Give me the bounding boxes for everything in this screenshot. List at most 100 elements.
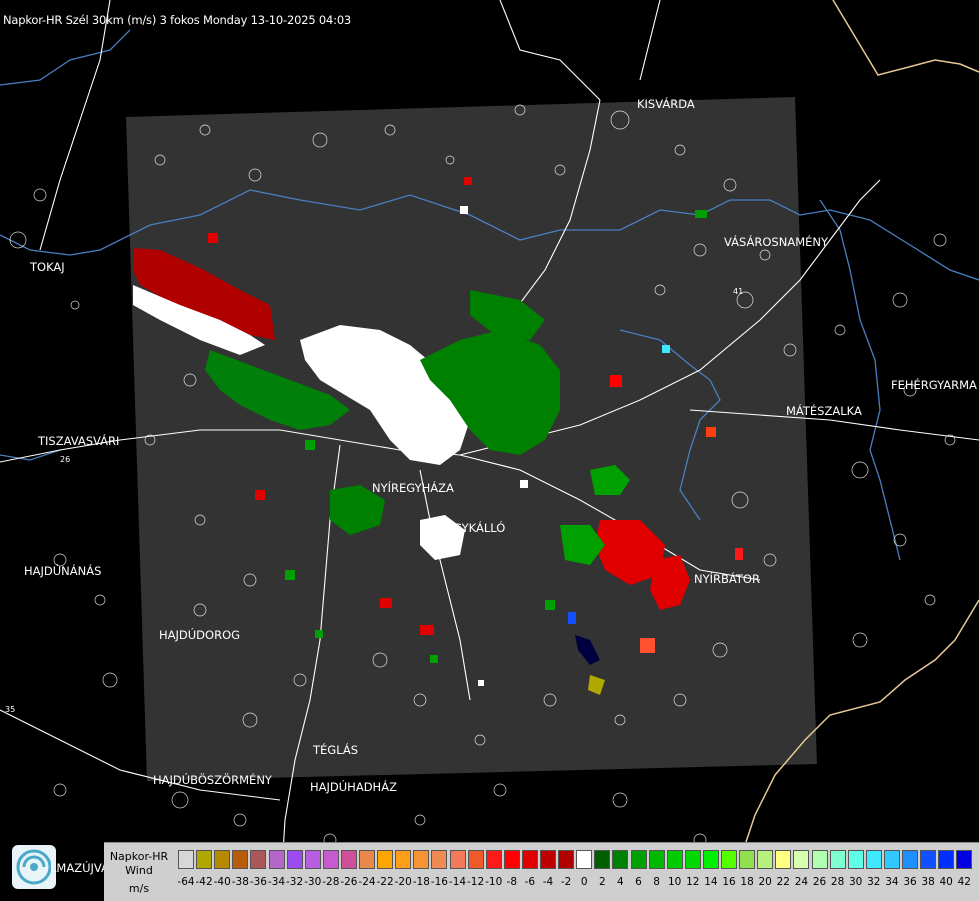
legend-tick-label: 20	[758, 876, 772, 888]
legend-swatch	[395, 850, 412, 869]
legend-swatch	[811, 850, 828, 869]
legend-tick-label: -10	[485, 876, 503, 888]
legend-tick-label: 32	[867, 876, 881, 888]
legend-tick-label: 2	[598, 876, 606, 888]
legend-tick-label: 34	[885, 876, 899, 888]
legend-tick-label: 12	[686, 876, 700, 888]
legend-tick-label: 10	[668, 876, 682, 888]
town-label-hajduhadhaz: HAJDÚHADHÁZ	[310, 780, 397, 794]
town-label-vasarosnameny: VÁSÁROSNAMÉNY	[724, 235, 829, 249]
legend-swatch	[594, 850, 611, 869]
town-label-hajduboszormeny: HAJDÚBÖSZÖRMÉNY	[153, 773, 272, 787]
legend-tick-label: 36	[903, 876, 917, 888]
legend-swatch	[503, 850, 520, 869]
legend-tick-label: -22	[376, 876, 394, 888]
legend-swatch	[521, 850, 538, 869]
town-label-nagykallo: NAGYKÁLLÓ	[437, 521, 506, 535]
town-label-nyiregyhaza: NYÍREGYHÁZA	[372, 481, 454, 495]
legend-line2: Wind	[125, 864, 153, 877]
legend-tick-label: 30	[849, 876, 863, 888]
legend-line1: Napkor-HR	[109, 850, 169, 863]
legend-tick-label: 14	[704, 876, 718, 888]
legend-tick-label: 38	[921, 876, 935, 888]
legend-swatch	[630, 850, 647, 869]
legend-swatch	[359, 850, 375, 869]
legend-tick-label: 28	[830, 876, 845, 888]
legend-swatch	[829, 850, 846, 869]
town-label-nyirbator: NYÍRBÁTOR	[694, 572, 760, 586]
town-label-hajdudorog: HAJDÚDOROG	[159, 628, 241, 642]
legend-tick-label: -26	[340, 876, 358, 888]
town-label-tiszavasvari: TISZAVASVÁRI	[38, 434, 120, 448]
legend-swatch	[196, 850, 213, 869]
legend-tick-label: -28	[322, 876, 340, 888]
legend-swatch	[702, 850, 719, 869]
legend-swatch	[377, 850, 394, 869]
color-legend: Napkor-HR Wind m/s -64 -42 -40 -38 -36 -34 -32…	[104, 842, 979, 901]
legend-swatch	[467, 850, 484, 869]
legend-swatch	[214, 850, 231, 869]
road-number-label: 26	[60, 455, 70, 464]
legend-tick-label: -2	[560, 876, 572, 888]
legend-swatch	[340, 850, 357, 869]
town-label-hajdunanas: HAJDÚNÁNÁS	[24, 564, 102, 578]
legend-swatch	[793, 850, 810, 869]
legend-swatch	[775, 850, 792, 869]
legend-tick-label: -16	[430, 876, 448, 888]
legend-tick-label: -30	[304, 876, 322, 888]
legend-tick-label: -34	[267, 876, 286, 888]
legend-tick-label: -32	[286, 876, 304, 888]
legend-tick-label: -24	[358, 876, 376, 888]
legend-swatch	[612, 850, 629, 869]
town-label-tokaj: TOKAJ	[30, 260, 65, 274]
legend-tick-label: -6	[524, 876, 536, 888]
legend-tick-label: 26	[812, 876, 827, 888]
legend-tick-label: -18	[412, 876, 430, 888]
legend-tick-label: -38	[231, 876, 249, 888]
legend-swatch	[902, 850, 918, 869]
legend-tick-label: 0	[580, 876, 588, 888]
page-title: Napkor-HR Szél 30km (m/s) 3 fokos Monday…	[3, 13, 352, 27]
legend-swatch	[648, 850, 665, 869]
legend-swatch	[431, 850, 448, 869]
legend-swatch	[322, 850, 339, 869]
legend-swatch	[485, 850, 502, 869]
legend-tick-label: -14	[448, 876, 467, 888]
legend-swatch	[684, 850, 701, 869]
legend-tick-label: 18	[740, 876, 754, 888]
legend-swatch	[883, 850, 900, 869]
legend-tick-label: -12	[467, 876, 485, 888]
legend-swatch	[449, 850, 466, 869]
legend-swatch	[739, 850, 756, 869]
legend-swatch	[666, 850, 683, 869]
legend-tick-label: 16	[722, 876, 736, 888]
legend-tick-label: -42	[195, 876, 213, 888]
legend-line3: m/s	[128, 882, 150, 895]
legend-swatch	[576, 850, 593, 869]
legend-swatch	[721, 850, 737, 869]
legend-tick-label: 24	[794, 876, 809, 888]
legend-swatch	[847, 850, 864, 869]
legend-tick-label: 40	[939, 876, 953, 888]
legend-tick-label: -8	[506, 876, 518, 888]
legend-tick-label: -40	[213, 876, 231, 888]
legend-tick-label: -64	[177, 876, 195, 888]
legend-swatch	[920, 850, 937, 869]
legend-swatch	[232, 850, 249, 869]
legend-swatch	[757, 850, 774, 869]
legend-tick-label: 22	[776, 876, 790, 888]
legend-swatch	[304, 850, 321, 869]
legend-swatch	[558, 850, 575, 869]
legend-swatch	[268, 850, 285, 869]
legend-tick-label: -20	[394, 876, 412, 888]
road-number-label: 41	[733, 287, 743, 296]
radar-map: 26 35 41	[0, 0, 979, 900]
legend-swatch	[286, 850, 303, 869]
legend-swatch	[865, 850, 882, 869]
legend-tick-label: -36	[249, 876, 267, 888]
road-number-label: 35	[5, 705, 15, 714]
town-label-mateszalka: MÁTÉSZALKA	[786, 404, 862, 418]
town-label-kisvarda: KISVÁRDA	[637, 97, 695, 111]
legend-swatch	[540, 850, 556, 869]
legend-tick-label: 42	[957, 876, 971, 888]
